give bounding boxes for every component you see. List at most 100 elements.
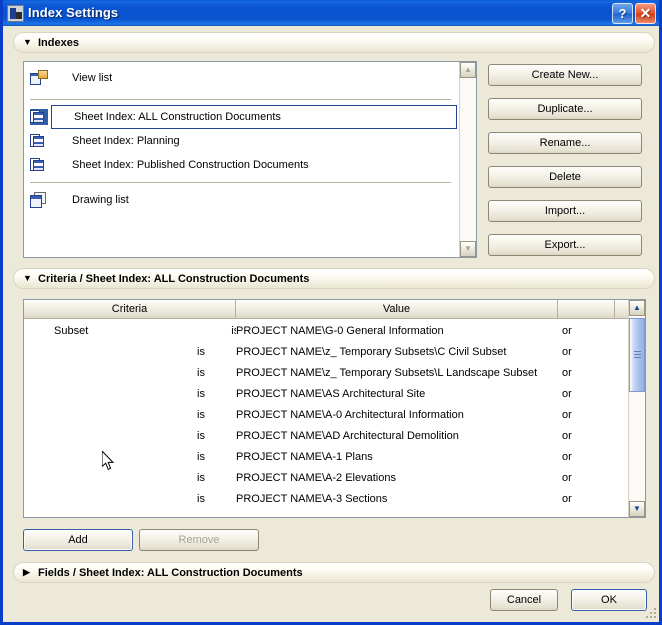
cell-conjunction: or — [562, 429, 572, 442]
cell-value: PROJECT NAME\A-3 Sections — [236, 492, 388, 505]
table-row[interactable]: is PROJECT NAME\A-1 Plans or — [24, 446, 628, 467]
index-actions-button-group: Create New... Duplicate... Rename... Del… — [488, 64, 642, 268]
create-new-button[interactable]: Create New... — [488, 64, 642, 86]
list-item-sheet-index-planning[interactable]: Sheet Index: Planning — [24, 129, 459, 153]
criteria-table-header: Criteria Value — [24, 300, 645, 319]
import-button[interactable]: Import... — [488, 200, 642, 222]
cell-value: PROJECT NAME\z_ Temporary Subsets\C Civi… — [236, 345, 507, 358]
list-divider — [30, 182, 451, 183]
table-row[interactable]: is PROJECT NAME\AD Architectural Demolit… — [24, 425, 628, 446]
help-button[interactable]: ? — [612, 2, 633, 24]
cell-conjunction: or — [562, 408, 572, 421]
title-bar[interactable]: Index Settings ? ✕ — [3, 0, 659, 26]
list-item-sheet-index-published-construction-documents[interactable]: Sheet Index: Published Construction Docu… — [24, 153, 459, 177]
table-row[interactable]: is PROJECT NAME\A-3 Sections or — [24, 488, 628, 509]
list-item-drawing-list[interactable]: Drawing list — [24, 188, 459, 212]
cell-criteria: Subset is — [24, 320, 236, 341]
cell-operator: is — [197, 471, 205, 484]
cell-criteria: is — [24, 341, 236, 362]
section-label-criteria: Criteria / Sheet Index: ALL Construction… — [38, 272, 310, 285]
list-item-label: Sheet Index: Published Construction Docu… — [72, 159, 309, 171]
chevron-right-icon — [23, 568, 32, 577]
cell-value: PROJECT NAME\z_ Temporary Subsets\L Land… — [236, 366, 538, 379]
remove-button: Remove — [139, 529, 259, 551]
export-button[interactable]: Export... — [488, 234, 642, 256]
cell-criteria: is — [24, 383, 236, 404]
cell-criteria: is — [24, 425, 236, 446]
ok-button[interactable]: OK — [571, 589, 647, 611]
cell-operator: is — [197, 429, 205, 442]
scroll-down-icon[interactable]: ▼ — [629, 501, 645, 517]
cell-criteria-label: Subset — [54, 324, 89, 337]
index-settings-dialog: Index Settings ? ✕ Indexes View list She… — [0, 0, 662, 625]
cancel-button[interactable]: Cancel — [490, 589, 558, 611]
chevron-down-icon — [23, 274, 32, 283]
table-row[interactable]: is PROJECT NAME\z_ Temporary Subsets\L L… — [24, 362, 628, 383]
add-button[interactable]: Add — [23, 529, 133, 551]
cell-criteria: is — [24, 404, 236, 425]
window-title: Index Settings — [28, 5, 119, 20]
close-button[interactable]: ✕ — [635, 2, 656, 24]
criteria-table-body: Subset is PROJECT NAME\G-0 General Infor… — [24, 320, 628, 517]
criteria-table[interactable]: Criteria Value Subset is PROJECT NAME\G-… — [23, 299, 646, 518]
scroll-track[interactable] — [460, 78, 476, 241]
scroll-thumb[interactable] — [629, 318, 645, 392]
scroll-track[interactable] — [629, 316, 645, 501]
table-row[interactable]: is PROJECT NAME\z_ Temporary Subsets\C C… — [24, 341, 628, 362]
table-row[interactable]: is PROJECT NAME\AS Architectural Site or — [24, 383, 628, 404]
cell-criteria: is — [24, 362, 236, 383]
section-header-indexes[interactable]: Indexes — [13, 32, 655, 53]
column-header-criteria[interactable]: Criteria — [24, 300, 236, 318]
cell-value: PROJECT NAME\A-2 Elevations — [236, 471, 396, 484]
list-item-label: Drawing list — [72, 194, 129, 206]
list-item-sheet-index-all-construction-documents[interactable]: Sheet Index: ALL Construction Documents — [24, 105, 459, 129]
resize-grip[interactable] — [645, 608, 657, 620]
cell-conjunction: or — [562, 366, 572, 379]
section-header-fields[interactable]: Fields / Sheet Index: ALL Construction D… — [13, 562, 655, 583]
cell-value: PROJECT NAME\G-0 General Information — [236, 324, 444, 337]
cell-conjunction: or — [562, 450, 572, 463]
criteria-table-scrollbar[interactable]: ▲ ▼ — [628, 300, 645, 517]
cell-operator: is — [197, 345, 205, 358]
drawing-list-icon — [30, 192, 48, 208]
indexes-list[interactable]: View list Sheet Index: ALL Construction … — [23, 61, 477, 258]
column-header-value[interactable]: Value — [236, 300, 558, 318]
cell-conjunction: or — [562, 324, 572, 337]
cell-value: PROJECT NAME\A-0 Architectural Informati… — [236, 408, 464, 421]
scroll-down-icon[interactable]: ▼ — [460, 241, 476, 257]
cell-conjunction: or — [562, 492, 572, 505]
cell-conjunction: or — [562, 471, 572, 484]
indexes-list-content: View list Sheet Index: ALL Construction … — [24, 62, 459, 257]
cell-operator: is — [197, 387, 205, 400]
cell-operator: is — [197, 408, 205, 421]
scroll-up-icon[interactable]: ▲ — [460, 62, 476, 78]
sheet-index-icon — [30, 109, 48, 125]
sheet-index-icon — [30, 157, 48, 173]
table-row[interactable]: Subset is PROJECT NAME\G-0 General Infor… — [24, 320, 628, 341]
delete-button[interactable]: Delete — [488, 166, 642, 188]
section-label-indexes: Indexes — [38, 36, 79, 49]
indexes-list-scrollbar[interactable]: ▲ ▼ — [459, 62, 476, 257]
view-list-icon — [30, 70, 48, 86]
list-item-label: View list — [72, 72, 113, 84]
section-label-fields: Fields / Sheet Index: ALL Construction D… — [38, 566, 303, 579]
scroll-up-icon[interactable]: ▲ — [629, 300, 645, 316]
chevron-down-icon — [23, 38, 32, 47]
table-row[interactable]: is PROJECT NAME\A-2 Elevations or — [24, 467, 628, 488]
cell-criteria: is — [24, 467, 236, 488]
app-icon — [7, 4, 24, 22]
cell-operator: is — [197, 450, 205, 463]
cell-operator: is — [231, 324, 236, 337]
cell-value: PROJECT NAME\A-1 Plans — [236, 450, 373, 463]
cell-criteria: is — [24, 446, 236, 467]
column-header-conjunction[interactable] — [558, 300, 615, 318]
cell-operator: is — [197, 492, 205, 505]
sheet-index-icon — [30, 133, 48, 149]
cell-value: PROJECT NAME\AS Architectural Site — [236, 387, 426, 400]
list-item-view-list[interactable]: View list — [24, 62, 459, 94]
rename-button[interactable]: Rename... — [488, 132, 642, 154]
section-header-criteria[interactable]: Criteria / Sheet Index: ALL Construction… — [13, 268, 655, 289]
list-item-label: Sheet Index: Planning — [72, 135, 180, 147]
duplicate-button[interactable]: Duplicate... — [488, 98, 642, 120]
table-row[interactable]: is PROJECT NAME\A-0 Architectural Inform… — [24, 404, 628, 425]
